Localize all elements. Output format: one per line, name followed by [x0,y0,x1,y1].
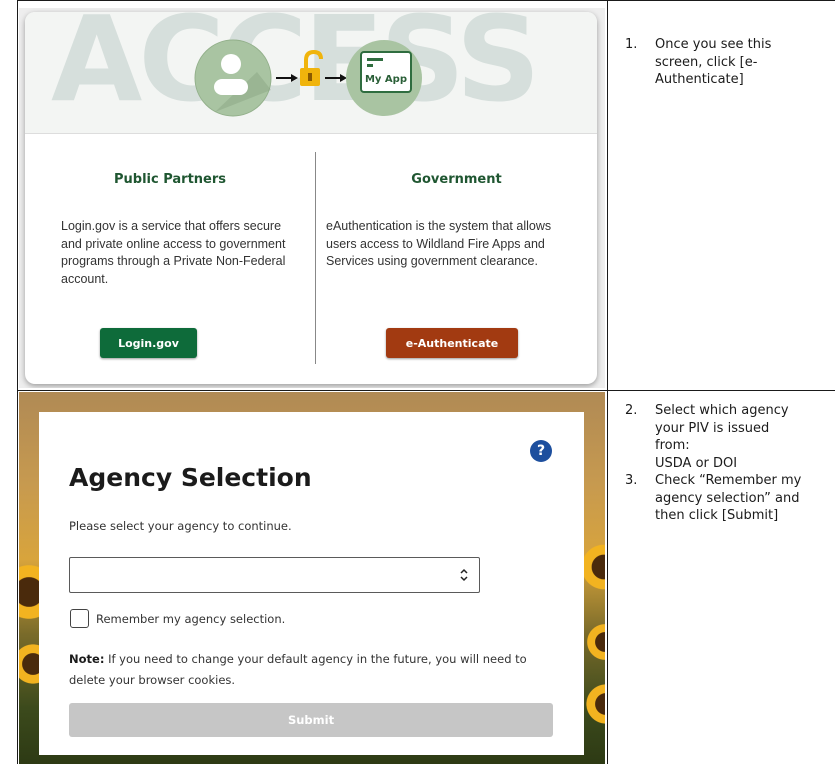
table-row-divider [17,390,835,391]
government-panel: Government eAuthentication is the system… [316,134,597,384]
table-border-left [17,0,18,764]
step-line: Check “Remember my [655,473,802,488]
step-number: 3. [625,473,638,488]
public-partners-description: Login.gov is a service that offers secur… [61,219,286,286]
remember-agency-label[interactable]: Remember my agency selection. [96,612,285,626]
step-line: from: [655,438,690,453]
step-line: your PIV is issued [655,420,770,436]
step-line: screen, click [e- [655,54,758,70]
agency-instruction: Please select your agency to continue. [69,519,292,533]
table-border-top [17,0,835,1]
note-text: If you need to change your default agenc… [69,652,527,687]
e-authenticate-button[interactable]: e-Authenticate [386,328,518,358]
table-column-divider [607,0,608,764]
my-app-label: My App [364,74,407,85]
agency-select[interactable] [69,557,480,593]
step-number: 1. [625,37,638,52]
access-banner: ACCESS My App [25,12,597,134]
login-gov-button[interactable]: Login.gov [100,328,197,358]
sunflower-background [584,682,605,726]
note-label: Note: [69,652,105,666]
chevron-up-down-icon [460,568,468,582]
step-line: agency selection” and [655,490,800,506]
step-line: Authenticate] [655,72,744,87]
sunflower-background [585,622,605,662]
access-login-card: ACCESS My App Public Partners Login.gov … [25,12,597,384]
agency-selection-screenshot: Agency Selection ? Please select your ag… [19,392,605,764]
cookie-note: Note: If you need to change your default… [69,649,549,691]
step-line: then click [Submit] [655,508,779,523]
government-title: Government [411,172,502,187]
step-text: Select which agency your PIV is issued f… [655,402,835,472]
access-login-screenshot: ACCESS My App Public Partners Login.gov … [19,8,605,388]
public-partners-title: Public Partners [113,172,227,187]
step-number: 2. [625,403,638,418]
step-line: Once you see this [655,37,772,52]
unlock-icon [300,49,323,86]
government-description: eAuthentication is the system that allow… [326,219,552,268]
question-circle-icon[interactable]: ? [530,440,552,462]
arrow-right-icon [325,74,347,82]
step-text: Check “Remember my agency selection” and… [655,472,835,525]
agency-selection-form: Agency Selection ? Please select your ag… [39,412,584,755]
remember-agency-checkbox[interactable] [70,609,89,628]
arrow-right-icon [276,74,298,82]
step-text: Once you see this screen, click [e- Auth… [655,36,835,89]
user-avatar-icon [194,39,272,117]
access-flow-graphic [194,39,422,117]
step-line: USDA or DOI [655,455,738,471]
step-line: Select which agency [655,403,789,418]
submit-button[interactable]: Submit [69,703,553,737]
page-title: Agency Selection [69,463,312,492]
public-partners-panel: Public Partners Login.gov is a service t… [25,134,315,384]
